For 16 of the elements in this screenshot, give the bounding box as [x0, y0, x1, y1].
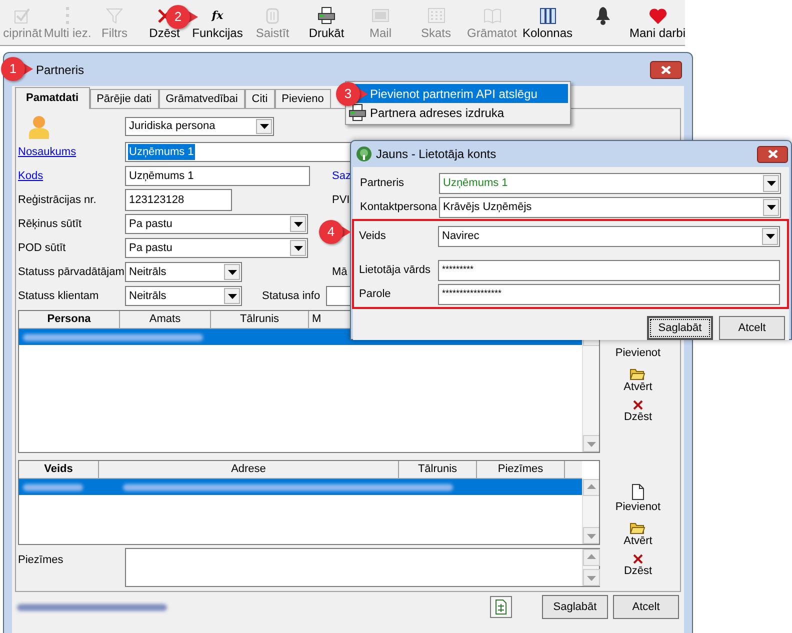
field-label: PVI	[332, 192, 350, 208]
field-label: Statuss pārvadātājam	[18, 264, 125, 280]
field-label: Statusa info	[262, 288, 320, 304]
field-label: Piezīmes	[18, 553, 64, 568]
field-label: POD sūtīt	[18, 240, 67, 256]
field-label: Mā	[332, 264, 348, 280]
field-label: Reģistrācijas nr.	[18, 192, 98, 208]
field-label: Partneris	[359, 176, 406, 191]
field-label: Veids	[358, 228, 387, 244]
field-label: Statuss klientam	[18, 288, 100, 304]
field-label: Lietotāja vārds	[358, 262, 432, 278]
field-label: Rēķinus sūtīt	[18, 216, 83, 232]
field-label: Parole	[358, 286, 392, 302]
window-title: Partneris	[36, 62, 84, 78]
field-label: Kontaktpersona	[359, 200, 438, 215]
function-icon: fx	[212, 8, 224, 22]
